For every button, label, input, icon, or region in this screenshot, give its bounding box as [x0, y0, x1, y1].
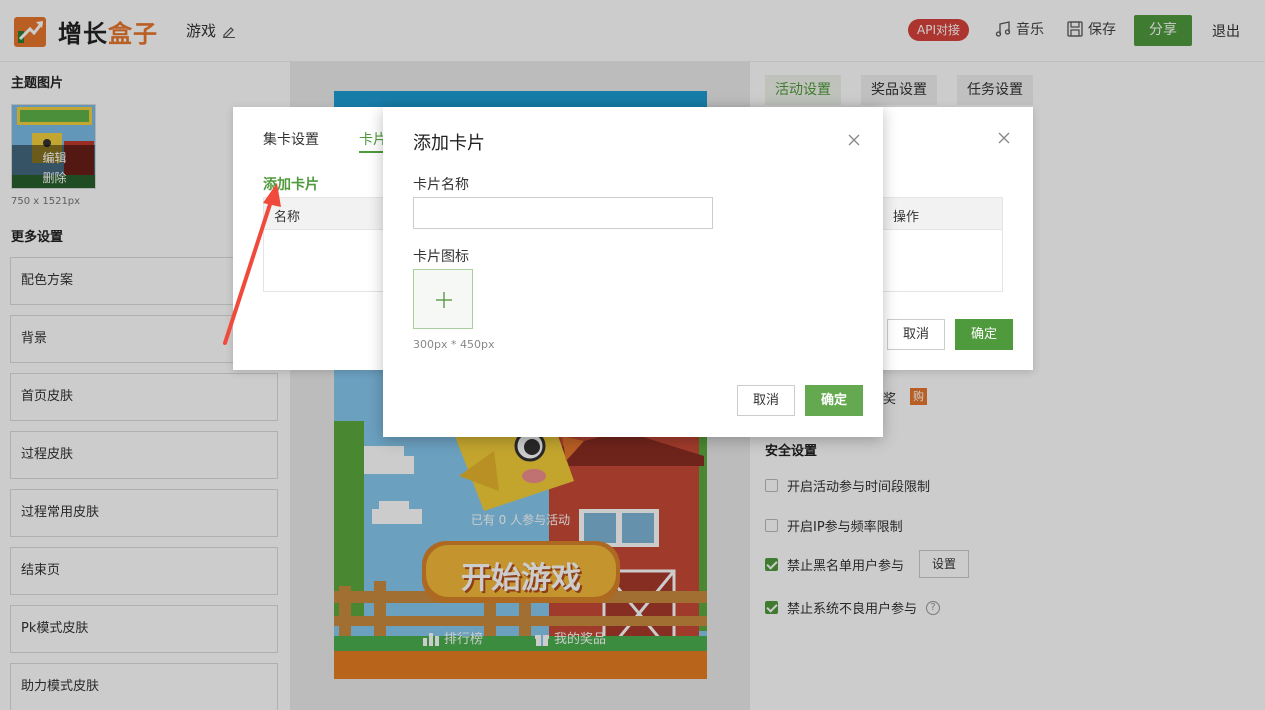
- back-cancel-button[interactable]: 取消: [887, 319, 945, 350]
- card-name-input[interactable]: [413, 197, 713, 229]
- card-icon-label: 卡片图标: [413, 249, 469, 265]
- card-name-label: 卡片名称: [413, 177, 469, 193]
- back-confirm-button[interactable]: 确定: [955, 319, 1013, 350]
- card-icon-upload[interactable]: [413, 269, 473, 329]
- tab-card-collection[interactable]: 集卡设置: [263, 129, 319, 149]
- confirm-button[interactable]: 确定: [805, 385, 863, 416]
- close-icon[interactable]: [997, 131, 1011, 145]
- plus-icon: [436, 292, 452, 308]
- add-card-modal: 添加卡片 卡片名称 卡片图标 300px * 450px 取消 确定: [383, 107, 883, 437]
- modal-title: 添加卡片: [413, 133, 485, 154]
- annotation-arrow-icon: [223, 183, 281, 345]
- column-action: 操作: [893, 210, 920, 225]
- close-icon[interactable]: [847, 133, 861, 147]
- icon-size-hint: 300px * 450px: [413, 338, 495, 351]
- cancel-button[interactable]: 取消: [737, 385, 795, 416]
